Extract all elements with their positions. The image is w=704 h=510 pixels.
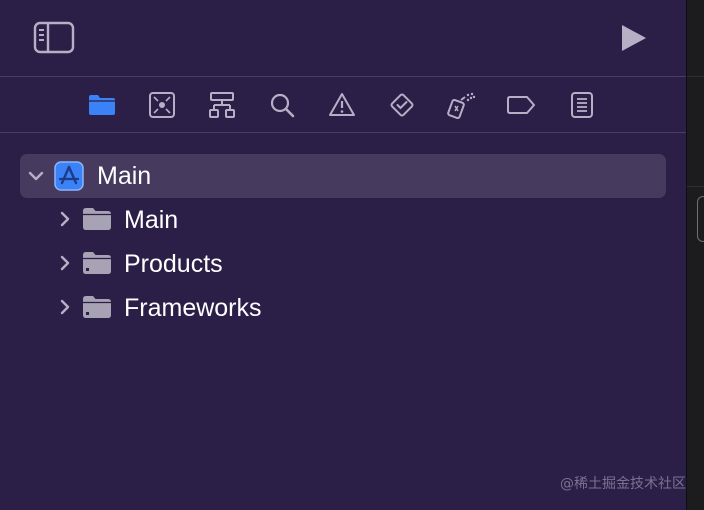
toolbar <box>0 0 686 77</box>
chevron-down-icon[interactable] <box>27 167 45 185</box>
divider <box>687 76 704 77</box>
tree-row-label: Products <box>124 250 223 278</box>
watermark: @稀土掘金技术社区 <box>560 476 686 492</box>
issue-navigator-icon[interactable] <box>326 90 358 120</box>
tree-row-project-main[interactable]: Main <box>20 154 666 198</box>
editor-edge <box>686 0 704 510</box>
symbol-navigator-icon[interactable] <box>206 90 238 120</box>
tree-row-group-frameworks[interactable]: Frameworks <box>20 286 666 330</box>
sidebar-left-icon[interactable] <box>33 21 75 54</box>
chevron-right-icon[interactable] <box>56 210 74 228</box>
tree-row-group-main[interactable]: Main <box>20 198 666 242</box>
source-control-navigator-icon[interactable] <box>146 90 178 120</box>
tree-row-label: Main <box>124 206 179 234</box>
tree-row-label: Frameworks <box>124 294 262 322</box>
xcode-navigator-window: Main Main Products Frameworks @稀土掘金技术社区 <box>0 0 704 510</box>
divider <box>687 186 704 187</box>
find-navigator-icon[interactable] <box>266 90 298 120</box>
chevron-right-icon[interactable] <box>56 298 74 316</box>
tree-row-label: Main <box>97 162 152 190</box>
tree-row-group-products[interactable]: Products <box>20 242 666 286</box>
play-icon[interactable] <box>619 23 649 53</box>
navigator-selector-bar <box>0 78 686 133</box>
project-navigator-icon[interactable] <box>86 90 118 120</box>
chevron-right-icon[interactable] <box>56 254 74 272</box>
folder-icon <box>82 207 112 231</box>
xcode-project-icon <box>54 161 84 191</box>
folder-icon <box>82 251 112 275</box>
folder-icon <box>82 295 112 319</box>
report-navigator-icon[interactable] <box>566 90 598 120</box>
test-navigator-icon[interactable] <box>386 90 418 120</box>
editor-control-edge <box>697 196 704 242</box>
debug-navigator-icon[interactable] <box>446 90 478 120</box>
breakpoint-navigator-icon[interactable] <box>506 90 538 120</box>
